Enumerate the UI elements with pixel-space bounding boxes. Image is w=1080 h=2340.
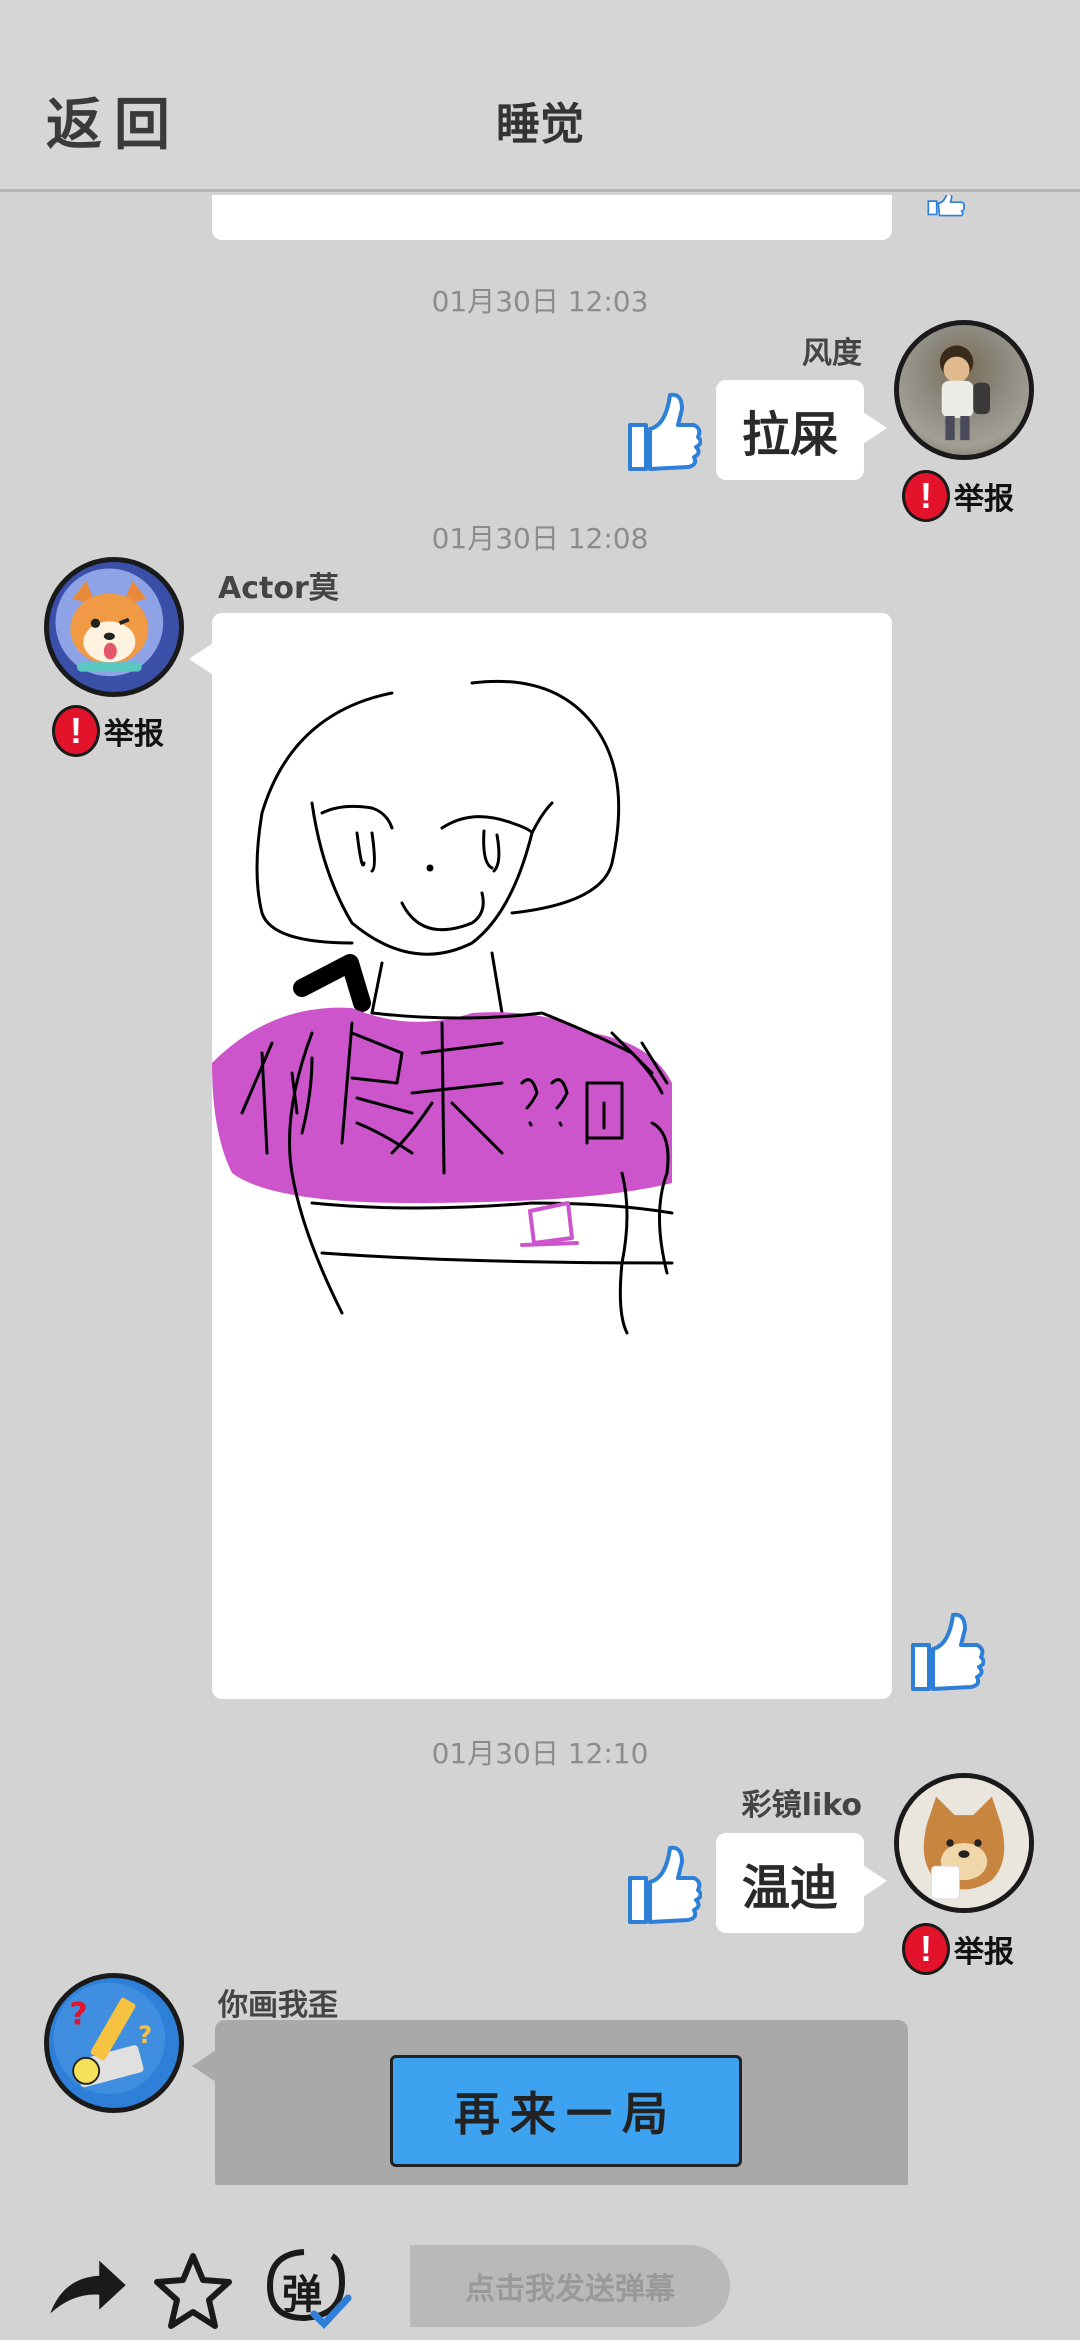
like-thumb-icon[interactable] xyxy=(905,195,985,240)
play-again-button[interactable]: 再来一局 xyxy=(390,2055,742,2167)
message-username: 风度 xyxy=(802,336,862,371)
drawing-canvas xyxy=(212,679,674,1335)
previous-message-bubble xyxy=(212,195,892,240)
chat-list[interactable]: 01月30日 12:03 风度 拉屎 ! 举报 01月30日 12:08 Act… xyxy=(0,195,1080,2185)
user-avatar[interactable] xyxy=(894,320,1034,460)
message-username: 彩镜liko xyxy=(741,1788,862,1823)
page-title: 睡觉 xyxy=(496,99,584,150)
message-username: 你画我歪 xyxy=(218,1988,338,2023)
like-thumb-icon[interactable] xyxy=(622,385,702,475)
star-icon[interactable] xyxy=(153,2250,233,2330)
svg-text:?: ? xyxy=(138,2021,152,2049)
report-button[interactable]: ! 举报 xyxy=(902,470,1014,522)
exclamation-icon: ! xyxy=(52,705,100,757)
report-button[interactable]: ! 举报 xyxy=(52,705,164,757)
pencil-drawing-icon: ? ? xyxy=(53,1982,166,2095)
exclamation-icon: ! xyxy=(902,470,950,522)
message-username: Actor莫 xyxy=(218,571,339,606)
shiba-dog-icon xyxy=(55,568,164,677)
message-timestamp: 01月30日 12:10 xyxy=(431,1737,649,1770)
share-arrow-icon[interactable] xyxy=(44,2255,130,2321)
bottom-toolbar: 弹 点击我发送弹幕 xyxy=(0,2210,1080,2340)
like-thumb-icon[interactable] xyxy=(622,1838,702,1928)
bubble-tail xyxy=(863,412,887,444)
bubble-tail xyxy=(189,643,213,675)
danmu-toggle-icon[interactable]: 弹 xyxy=(262,2242,352,2332)
text-message-bubble[interactable]: 拉屎 xyxy=(716,380,864,480)
game-avatar[interactable]: ? ? xyxy=(44,1973,184,2113)
user-avatar[interactable] xyxy=(894,1773,1034,1913)
message-timestamp: 01月30日 12:08 xyxy=(431,522,649,555)
danmu-input[interactable]: 点击我发送弹幕 xyxy=(410,2245,730,2327)
svg-text:?: ? xyxy=(69,1996,87,2032)
top-bar: 返回 睡觉 xyxy=(0,0,1080,192)
doge-photo-icon xyxy=(899,1778,1029,1908)
drawing-message-bubble[interactable] xyxy=(212,613,892,1699)
report-button[interactable]: ! 举报 xyxy=(902,1923,1014,1975)
exclamation-icon: ! xyxy=(902,1923,950,1975)
bubble-tail xyxy=(192,2050,216,2082)
text-message-bubble[interactable]: 温迪 xyxy=(716,1833,864,1933)
message-timestamp: 01月30日 12:03 xyxy=(431,285,649,318)
child-photo-icon xyxy=(939,345,990,441)
like-thumb-icon[interactable] xyxy=(905,1605,985,1695)
bubble-tail xyxy=(863,1865,887,1897)
user-avatar[interactable] xyxy=(44,557,184,697)
